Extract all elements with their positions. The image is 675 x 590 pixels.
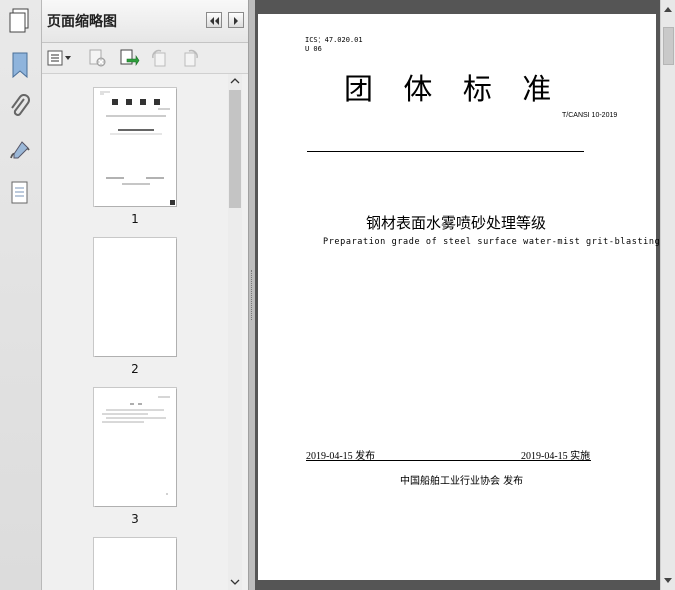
title-chinese: 钢材表面水雾喷砂处理等级 <box>366 214 547 232</box>
thumbnail-toolbar <box>42 43 248 74</box>
delete-pages-button[interactable] <box>86 48 108 68</box>
title-english: Preparation grade of steel surface water… <box>323 237 661 247</box>
bookmarks-icon[interactable] <box>6 50 34 80</box>
thumbnail-list[interactable]: 1 2 3 <box>42 74 228 590</box>
panel-header: 页面缩略图 <box>42 0 248 43</box>
rotate-ccw-icon <box>152 49 166 67</box>
navigation-rail <box>0 0 42 590</box>
page-3-preview <box>102 396 170 495</box>
category-code: U 06 <box>305 45 322 53</box>
page-thumbnail-2[interactable] <box>94 238 176 356</box>
publisher: 中国船舶工业行业协会 发布 <box>400 476 524 487</box>
page-thumbnail-3[interactable] <box>94 388 176 506</box>
thumbnail-scrollbar-thumb[interactable] <box>229 90 241 208</box>
double-chevron-left-icon <box>210 17 219 25</box>
scroll-down-icon[interactable] <box>230 578 240 586</box>
layers-icon[interactable] <box>6 178 34 208</box>
page-thumbnail-4[interactable] <box>94 538 176 590</box>
options-list-icon <box>47 50 71 66</box>
chevron-right-icon <box>234 17 238 25</box>
rotate-cw-icon <box>184 49 198 67</box>
header-divider <box>307 151 584 152</box>
rotate-left-button[interactable] <box>148 48 170 68</box>
thumbnail-number-2: 2 <box>131 362 139 376</box>
splitter-grip[interactable] <box>251 270 254 320</box>
signatures-icon[interactable] <box>6 136 34 166</box>
document-scrollbar-thumb[interactable] <box>663 27 674 65</box>
ics-number: ICS：47.020.01 <box>305 36 363 44</box>
document-view[interactable]: ICS：47.020.01 U 06 团 体 标 准 T/CANSI 10-20… <box>255 0 660 590</box>
thumbnail-panel: 页面缩略图 1 2 3 <box>42 0 249 590</box>
insert-page-icon <box>120 49 140 66</box>
expand-panel-button[interactable] <box>228 12 244 28</box>
attachments-icon[interactable] <box>6 92 34 122</box>
scroll-up-icon[interactable] <box>230 77 240 85</box>
rotate-right-button[interactable] <box>180 48 202 68</box>
document-page: ICS：47.020.01 U 06 团 体 标 准 T/CANSI 10-20… <box>258 14 660 580</box>
doc-scroll-down-icon[interactable] <box>663 574 673 586</box>
thumbnail-scrollbar[interactable] <box>228 74 242 590</box>
panel-title: 页面缩略图 <box>47 14 117 30</box>
date-divider <box>306 460 591 461</box>
standard-code: T/CANSI 10-2019 <box>562 112 618 119</box>
standard-heading: 团 体 标 准 <box>344 72 556 106</box>
page-thumbnails-icon[interactable] <box>6 6 34 36</box>
thumbnail-number-1: 1 <box>131 212 139 226</box>
page-1-preview <box>100 91 175 205</box>
thumbnail-number-3: 3 <box>131 512 139 526</box>
page-thumbnail-1[interactable] <box>94 88 176 206</box>
options-menu-button[interactable] <box>46 48 74 68</box>
doc-scroll-up-icon[interactable] <box>663 4 673 16</box>
document-scrollbar[interactable] <box>660 0 675 590</box>
collapse-panel-button[interactable] <box>206 12 222 28</box>
insert-pages-button[interactable] <box>118 48 140 68</box>
delete-page-icon <box>89 49 106 67</box>
